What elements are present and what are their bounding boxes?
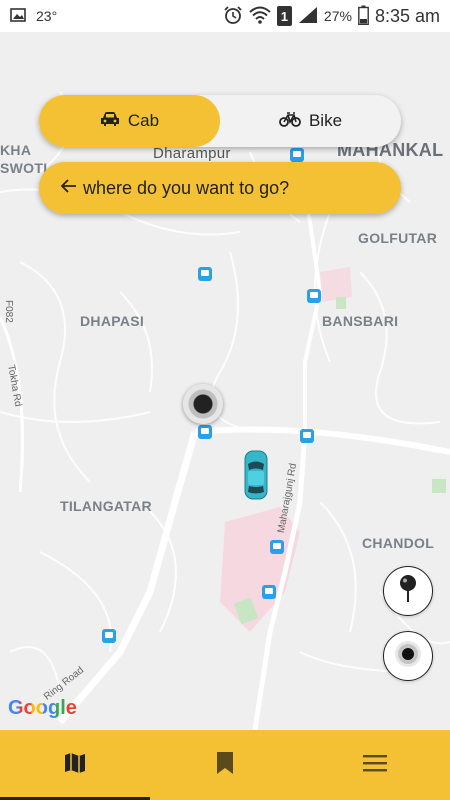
temperature: 23°: [36, 8, 58, 24]
road-label-f082: F082: [3, 300, 14, 323]
map-label-golfutar: GOLFUTAR: [358, 230, 438, 246]
bus-stop-icon[interactable]: [198, 267, 212, 281]
wifi-icon: [249, 6, 271, 27]
nav-map[interactable]: [0, 730, 150, 800]
arrow-left-icon[interactable]: [60, 178, 77, 199]
map-label-dhapasi: DHAPASI: [80, 313, 145, 329]
bus-stop-icon[interactable]: [270, 540, 284, 554]
bike-option[interactable]: Bike: [220, 95, 401, 147]
pin-drop-button[interactable]: [383, 566, 433, 616]
target-icon: [393, 639, 423, 674]
map-label-kha: KHA: [0, 142, 32, 158]
cab-label: Cab: [127, 111, 160, 130]
map-label-swoti: SWOTI: [0, 160, 48, 176]
nav-bookmarks[interactable]: [150, 730, 300, 800]
search-placeholder: where do you want to go?: [83, 177, 290, 198]
map-pin-icon: [398, 574, 418, 609]
map-icon: [63, 751, 87, 780]
map-label-dharampur: Dharampur: [153, 145, 231, 162]
battery-percent: 27%: [323, 8, 352, 24]
map-label-chandol: CHANDOL: [362, 535, 435, 551]
car-icon: [100, 111, 120, 132]
google-logo: Google: [8, 697, 77, 720]
status-bar: 23° 1 27% 8:35 am: [0, 0, 450, 32]
map-label-bansbari: BANSBARI: [322, 313, 399, 329]
alarm-icon: [223, 5, 243, 28]
my-location-button[interactable]: [383, 631, 433, 681]
destination-search[interactable]: where do you want to go?: [39, 162, 401, 214]
battery-icon: [358, 5, 369, 28]
bus-stop-icon[interactable]: [307, 289, 321, 303]
map-label-tilangatar: TILANGATAR: [60, 498, 152, 514]
bookmark-icon: [216, 751, 234, 780]
bus-stop-icon[interactable]: [290, 148, 304, 162]
bus-stop-icon[interactable]: [102, 629, 116, 643]
sim-icon: 1: [276, 6, 292, 26]
bus-stop-icon[interactable]: [262, 585, 276, 599]
clock: 8:35 am: [374, 5, 440, 26]
menu-icon: [363, 754, 387, 777]
car-icon[interactable]: [244, 450, 268, 500]
bottom-navigation: [0, 730, 450, 800]
signal-icon: [298, 6, 318, 27]
cab-option[interactable]: Cab: [39, 95, 220, 147]
bike-icon: [279, 111, 301, 132]
bike-label: Bike: [308, 111, 343, 130]
bus-stop-icon[interactable]: [300, 429, 314, 443]
pickup-location-marker[interactable]: [183, 384, 223, 424]
bus-stop-icon[interactable]: [198, 425, 212, 439]
image-icon: [10, 7, 26, 25]
ride-type-toggle: Cab Bike: [39, 95, 401, 147]
google-attribution-text: Google: [8, 697, 77, 719]
nav-menu[interactable]: [300, 730, 450, 800]
